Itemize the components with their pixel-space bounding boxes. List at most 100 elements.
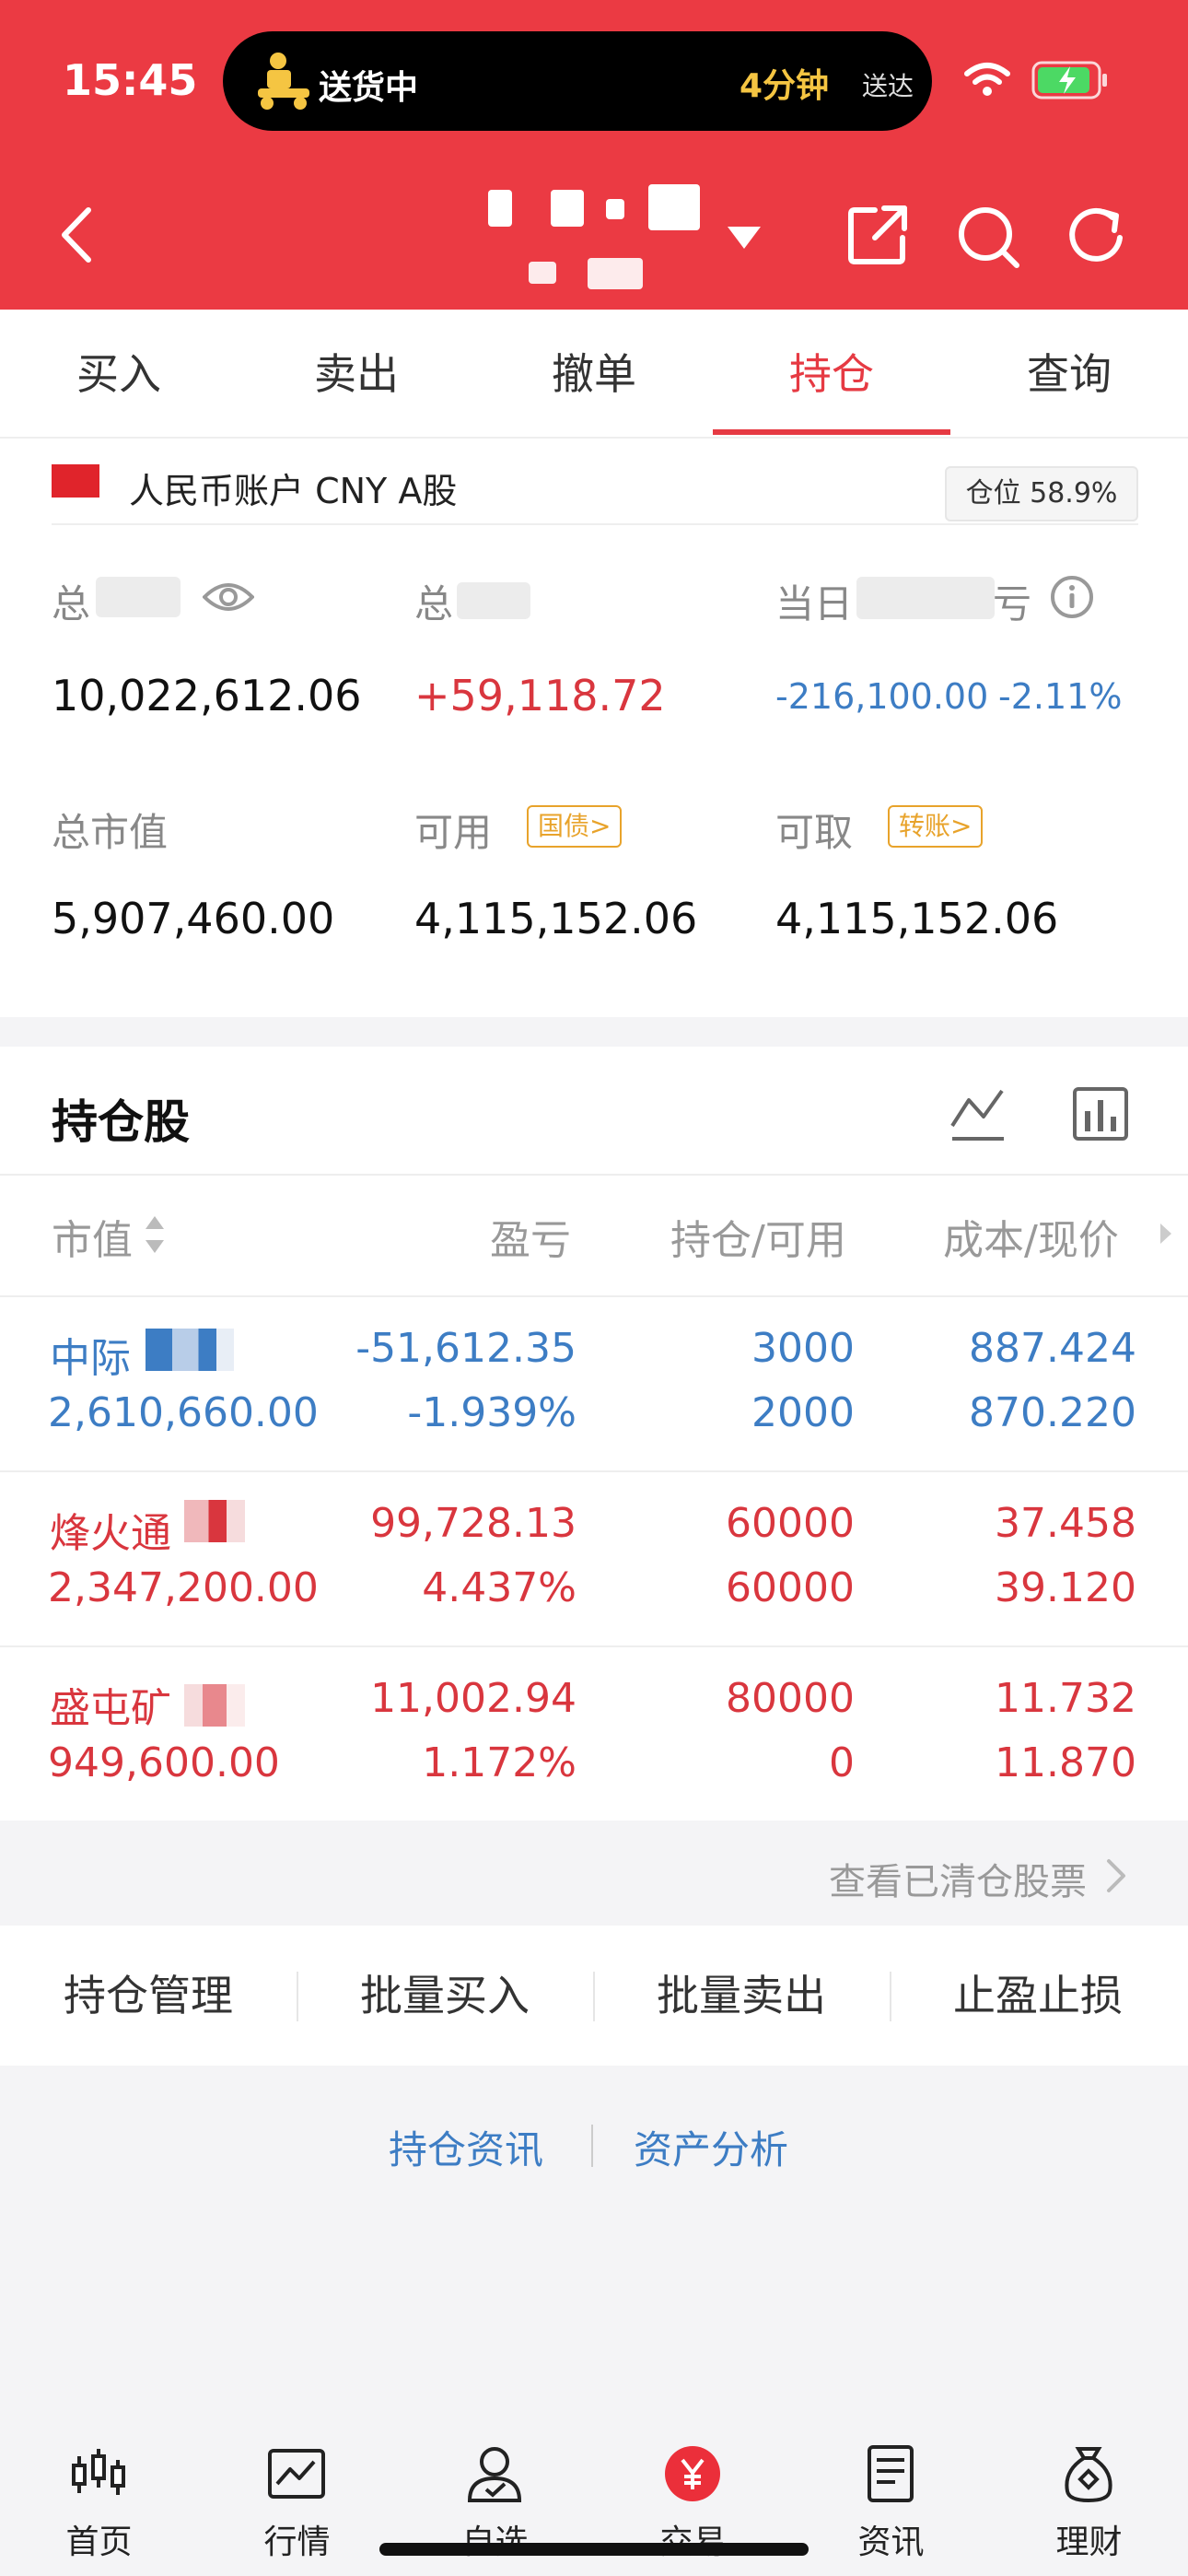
blurred-label xyxy=(96,577,181,617)
holding-row[interactable]: 中际 2,610,660.00 -51,612.35 -1.939% 3000 … xyxy=(0,1297,1188,1472)
withdrawable-label: 可取 xyxy=(775,810,854,855)
column-cost-price[interactable]: 成本/现价 xyxy=(943,1207,1119,1266)
available-label: 可用 xyxy=(414,810,493,855)
wealth-bag-icon xyxy=(1065,2447,1112,2503)
bar-chart-icon[interactable] xyxy=(1072,1083,1129,1142)
app-header: 15:45 送货中 4分钟 送达 xyxy=(0,0,1188,310)
position-ratio-badge: 仓位 58.9% xyxy=(945,466,1138,521)
candlestick-icon xyxy=(72,2449,125,2495)
holdings-panel: 持仓股 市值 盈亏 持仓/可用 成本/现价 中际 2,610,660.00 -5… xyxy=(0,1047,1188,1821)
stop-profit-loss-button[interactable]: 止盈止损 xyxy=(890,1926,1186,2066)
chevron-right-icon[interactable] xyxy=(1105,1857,1127,1894)
nav-wealth[interactable]: 理财 xyxy=(990,2423,1188,2576)
nav-label: 自选 xyxy=(396,2515,594,2563)
news-document-icon xyxy=(868,2445,914,2502)
stock-name: 盛屯矿 xyxy=(50,1685,171,1732)
china-flag-icon xyxy=(52,464,99,498)
treasury-bond-tag[interactable]: 国债> xyxy=(527,805,623,848)
batch-sell-button[interactable]: 批量卖出 xyxy=(593,1926,890,2066)
info-icon[interactable] xyxy=(1050,575,1094,619)
blurred-label xyxy=(457,582,530,619)
divider xyxy=(0,1174,1188,1176)
divider xyxy=(52,523,1138,525)
market-value: 2,347,200.00 xyxy=(48,1564,319,1611)
home-indicator[interactable] xyxy=(379,2543,809,2556)
account-summary: 人民币账户 CNY A股 仓位 58.9% 总 总 当日 亏 10,022,61… xyxy=(0,439,1188,1017)
chevron-down-icon[interactable] xyxy=(726,225,763,251)
available-quantity: 60000 xyxy=(726,1564,855,1611)
daily-pnl-percent: -2.11% xyxy=(998,676,1123,717)
pnl-percent: -1.939% xyxy=(407,1389,577,1436)
refresh-icon[interactable] xyxy=(1065,205,1129,269)
total-pnl-label: 总 xyxy=(414,581,454,626)
cost-price: 887.424 xyxy=(969,1325,1136,1372)
hold-quantity: 80000 xyxy=(726,1675,855,1722)
blurred-label xyxy=(856,577,995,619)
chevron-right-icon[interactable] xyxy=(1157,1220,1175,1247)
holding-row[interactable]: 盛屯矿 949,600.00 11,002.94 1.172% 80000 0 … xyxy=(0,1647,1188,1822)
pnl-amount: -51,612.35 xyxy=(355,1325,577,1372)
delivery-status: 送货中 xyxy=(319,69,419,107)
nav-label: 资讯 xyxy=(857,2523,925,2561)
account-label: 人民币账户 CNY A股 xyxy=(129,471,458,511)
hold-quantity: 3000 xyxy=(751,1325,855,1372)
manage-positions-button[interactable]: 持仓管理 xyxy=(0,1926,297,2066)
pnl-percent: 4.437% xyxy=(422,1564,577,1611)
delivery-rider-icon xyxy=(258,53,309,110)
nav-market[interactable]: 行情 xyxy=(198,2423,396,2576)
available-quantity: 0 xyxy=(829,1739,855,1786)
pnl-amount: 99,728.13 xyxy=(370,1500,577,1547)
stock-name: 烽火通 xyxy=(50,1510,171,1557)
total-assets-value: 10,022,612.06 xyxy=(52,671,362,720)
column-hold-available[interactable]: 持仓/可用 xyxy=(670,1207,846,1266)
tab-sell[interactable]: 卖出 xyxy=(238,310,475,439)
asset-analysis-link[interactable]: 资产分析 xyxy=(634,2119,788,2175)
watchlist-user-icon xyxy=(467,2447,522,2502)
search-icon[interactable] xyxy=(956,205,1020,269)
eye-icon[interactable] xyxy=(203,579,254,615)
market-value: 949,600.00 xyxy=(48,1739,280,1786)
delivery-eta: 4分钟 xyxy=(739,67,829,105)
active-tab-indicator xyxy=(713,429,950,435)
sort-icon[interactable] xyxy=(142,1212,168,1257)
status-time: 15:45 xyxy=(63,55,198,105)
position-news-link[interactable]: 持仓资讯 xyxy=(389,2119,543,2175)
tab-buy[interactable]: 买入 xyxy=(0,310,238,439)
share-icon[interactable] xyxy=(847,205,908,265)
batch-buy-button[interactable]: 批量买入 xyxy=(297,1926,593,2066)
nav-home[interactable]: 首页 xyxy=(0,2423,198,2576)
withdrawable-value: 4,115,152.06 xyxy=(775,894,1059,943)
account-selector[interactable] xyxy=(486,184,707,295)
back-icon[interactable] xyxy=(52,203,107,267)
holdings-title: 持仓股 xyxy=(52,1095,190,1149)
column-pnl[interactable]: 盈亏 xyxy=(490,1207,571,1266)
stock-name: 中际 xyxy=(50,1335,131,1382)
dynamic-island[interactable]: 送货中 4分钟 送达 xyxy=(223,31,932,131)
tab-cancel-order[interactable]: 撤单 xyxy=(475,310,713,439)
nav-label: 交易 xyxy=(594,2515,792,2563)
daily-pnl-label: 当日 xyxy=(775,581,854,626)
hold-quantity: 60000 xyxy=(726,1500,855,1547)
current-price: 870.220 xyxy=(969,1389,1136,1436)
total-assets-label: 总 xyxy=(52,581,91,626)
market-value-label: 总市值 xyxy=(52,810,169,855)
nav-label: 理财 xyxy=(1055,2523,1123,2561)
view-cleared-stocks-link[interactable]: 查看已清仓股票 xyxy=(829,1852,1087,1905)
blurred-stock-name xyxy=(184,1500,245,1542)
nav-news[interactable]: 资讯 xyxy=(792,2423,990,2576)
delivery-eta-suffix: 送达 xyxy=(861,71,914,101)
line-chart-icon[interactable] xyxy=(949,1085,1007,1144)
blurred-stock-name xyxy=(146,1329,234,1371)
transfer-tag[interactable]: 转账> xyxy=(888,805,984,848)
tab-query[interactable]: 查询 xyxy=(950,310,1188,439)
pnl-percent: 1.172% xyxy=(422,1739,577,1786)
market-chart-icon xyxy=(268,2449,325,2499)
current-price: 11.870 xyxy=(995,1739,1136,1786)
holding-row[interactable]: 烽火通 2,347,200.00 99,728.13 4.437% 60000 … xyxy=(0,1472,1188,1647)
market-value: 2,610,660.00 xyxy=(48,1389,319,1436)
available-value: 4,115,152.06 xyxy=(414,894,698,943)
wifi-icon xyxy=(964,63,1010,96)
nav-label: 行情 xyxy=(263,2523,331,2561)
tab-positions[interactable]: 持仓 xyxy=(713,310,950,439)
column-market-value[interactable]: 市值 xyxy=(52,1207,133,1266)
